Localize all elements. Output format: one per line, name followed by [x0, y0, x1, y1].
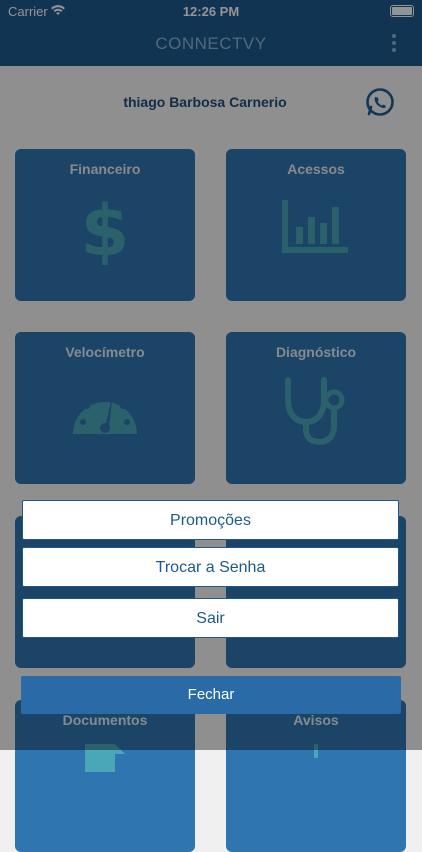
sair-button[interactable]: Sair	[22, 598, 399, 638]
trocar-senha-button[interactable]: Trocar a Senha	[22, 547, 399, 587]
promocoes-button[interactable]: Promoções	[22, 500, 399, 540]
fechar-button[interactable]: Fechar	[21, 676, 401, 714]
